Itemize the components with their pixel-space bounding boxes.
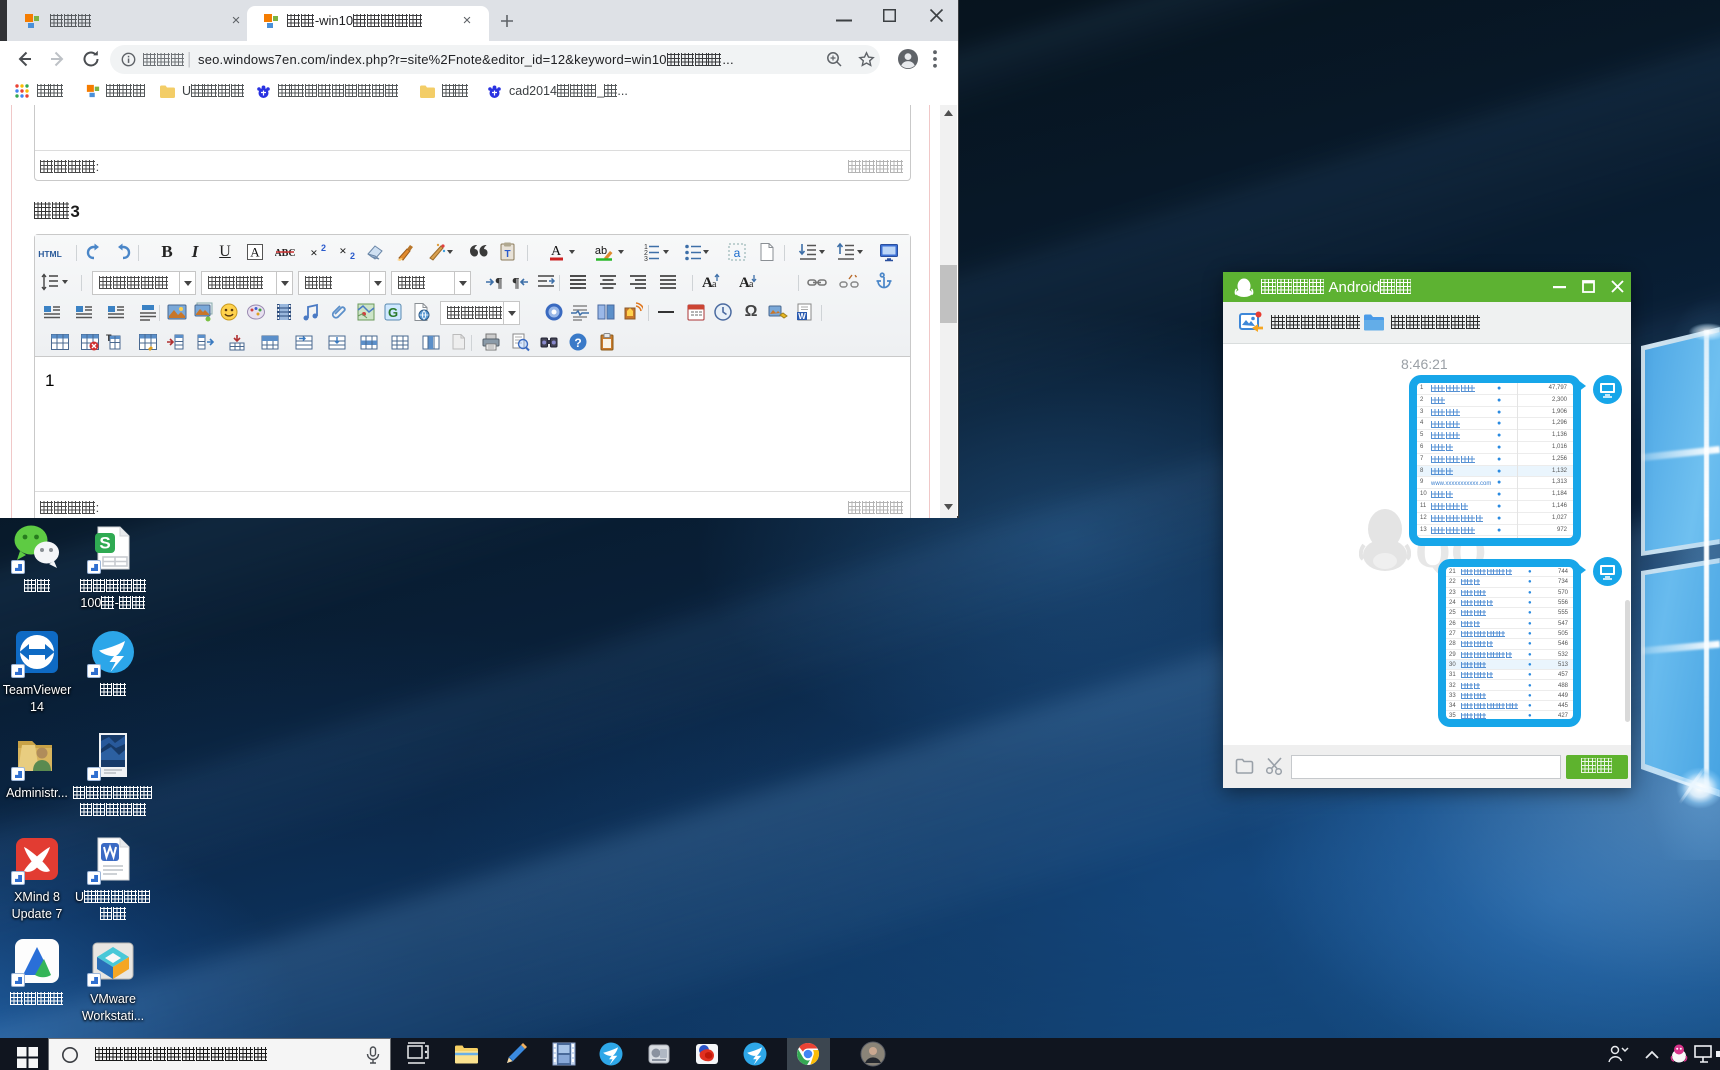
svg-text:2: 2 <box>321 243 326 253</box>
svg-text:a: a <box>734 246 741 260</box>
svg-text:W: W <box>798 312 806 321</box>
svg-text:S: S <box>99 534 110 553</box>
svg-text:2: 2 <box>350 251 355 261</box>
svg-text:T: T <box>504 249 510 260</box>
svg-text:G: G <box>388 305 398 320</box>
svg-text:A: A <box>250 245 260 260</box>
svg-text:ab: ab <box>595 245 607 257</box>
svg-text:a: a <box>712 279 717 290</box>
svg-text:¶: ¶ <box>512 276 520 291</box>
svg-text:×: × <box>310 245 317 260</box>
svg-text:A: A <box>551 244 562 259</box>
svg-text:¶: ¶ <box>495 276 503 291</box>
svg-text:3: 3 <box>644 256 648 262</box>
svg-text:×: × <box>339 243 346 258</box>
svg-text:ABC: ABC <box>275 248 295 259</box>
svg-text:?: ? <box>574 336 581 350</box>
